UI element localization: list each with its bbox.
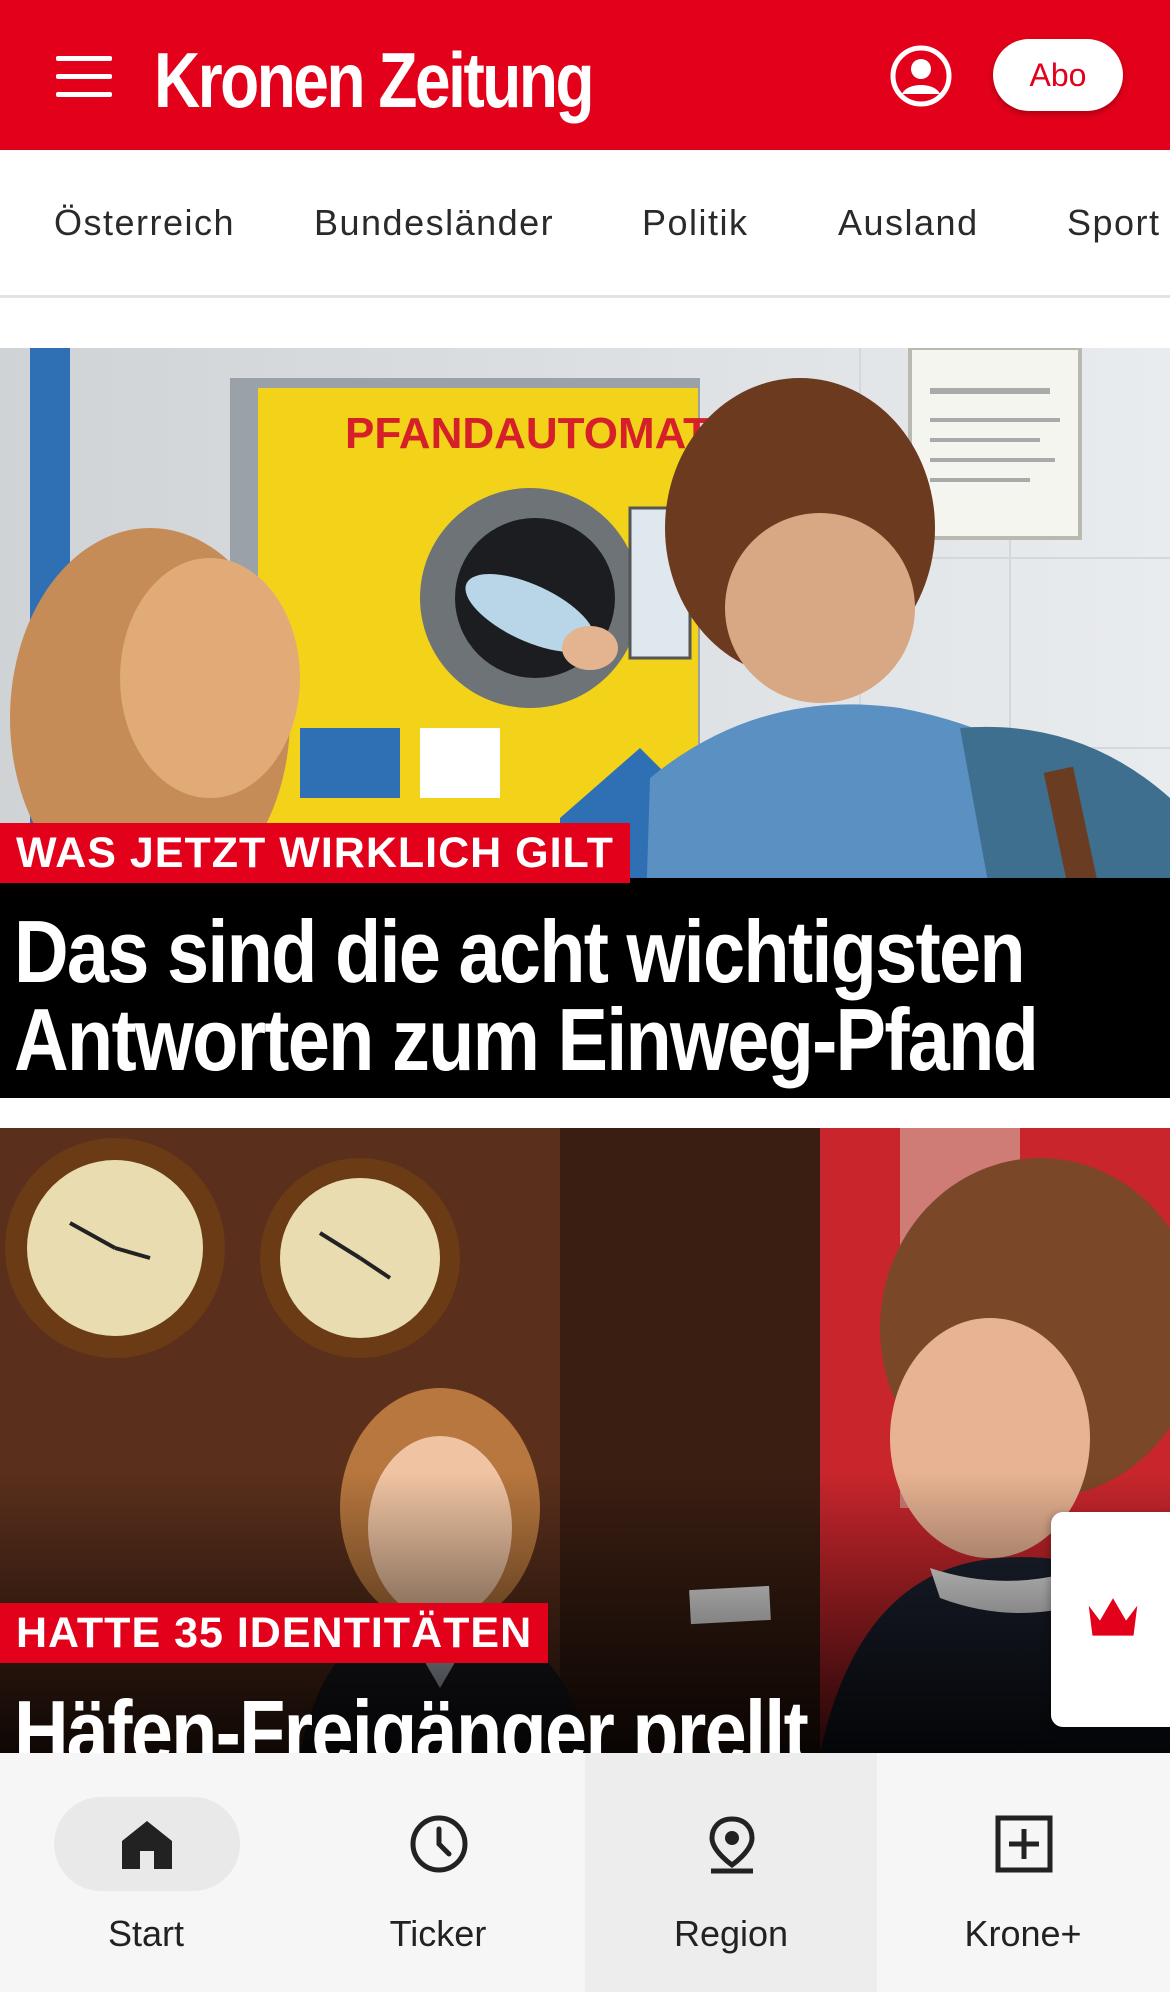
location-pin-icon (709, 1816, 755, 1874)
home-icon (122, 1821, 172, 1869)
bottom-nav-start[interactable]: Start (0, 1753, 292, 1992)
bottom-nav-label: Region (673, 1913, 789, 1954)
article-kicker: WAS JETZT WIRKLICH GILT (0, 823, 630, 883)
nav-item-bundeslaender[interactable]: Bundesländer (314, 202, 554, 244)
article-headline-line1: Das sind die acht wichtigsten (14, 902, 1026, 1001)
category-nav: Österreich Bundesländer Politik Ausland … (0, 150, 1170, 298)
plus-box-icon (995, 1815, 1053, 1873)
article-card[interactable]: HATTE 35 IDENTITÄTEN Häfen-Freigänger pr… (0, 1128, 1170, 1753)
krone-plus-side-button[interactable] (1051, 1512, 1170, 1727)
account-icon[interactable] (889, 44, 953, 108)
bottom-nav-krone-plus[interactable]: Krone+ (877, 1753, 1169, 1992)
article-kicker: HATTE 35 IDENTITÄTEN (0, 1603, 549, 1663)
article-headline-line1: Häfen-Freigänger prellt (14, 1682, 809, 1754)
article-card[interactable]: PFANDAUTOMAT WAS JETZT WIRKLICH GILT Das… (0, 348, 1170, 1098)
app-header: Kronen Zeitung Abo (0, 0, 1170, 150)
nav-item-ausland[interactable]: Ausland (838, 202, 979, 244)
abo-button[interactable]: Abo (993, 39, 1123, 111)
bottom-navigation: Start Ticker Region Krone+ (0, 1753, 1170, 1992)
article-headline-line2: Antworten zum Einweg-Pfand (14, 990, 1039, 1089)
bottom-nav-label: Start (107, 1913, 185, 1954)
bottom-nav-label: Krone+ (964, 1913, 1082, 1954)
nav-item-oesterreich[interactable]: Österreich (54, 202, 235, 244)
site-logo[interactable]: Kronen Zeitung (154, 30, 595, 130)
menu-icon[interactable] (56, 56, 112, 97)
machine-label: PFANDAUTOMAT (345, 409, 710, 458)
crown-icon (1088, 1598, 1138, 1636)
bottom-nav-region[interactable]: Region (585, 1753, 877, 1992)
nav-item-politik[interactable]: Politik (642, 202, 749, 244)
clock-icon (410, 1815, 468, 1873)
bottom-nav-label: Ticker (389, 1913, 487, 1954)
nav-item-sport[interactable]: Sport (1067, 202, 1161, 244)
bottom-nav-ticker[interactable]: Ticker (292, 1753, 584, 1992)
